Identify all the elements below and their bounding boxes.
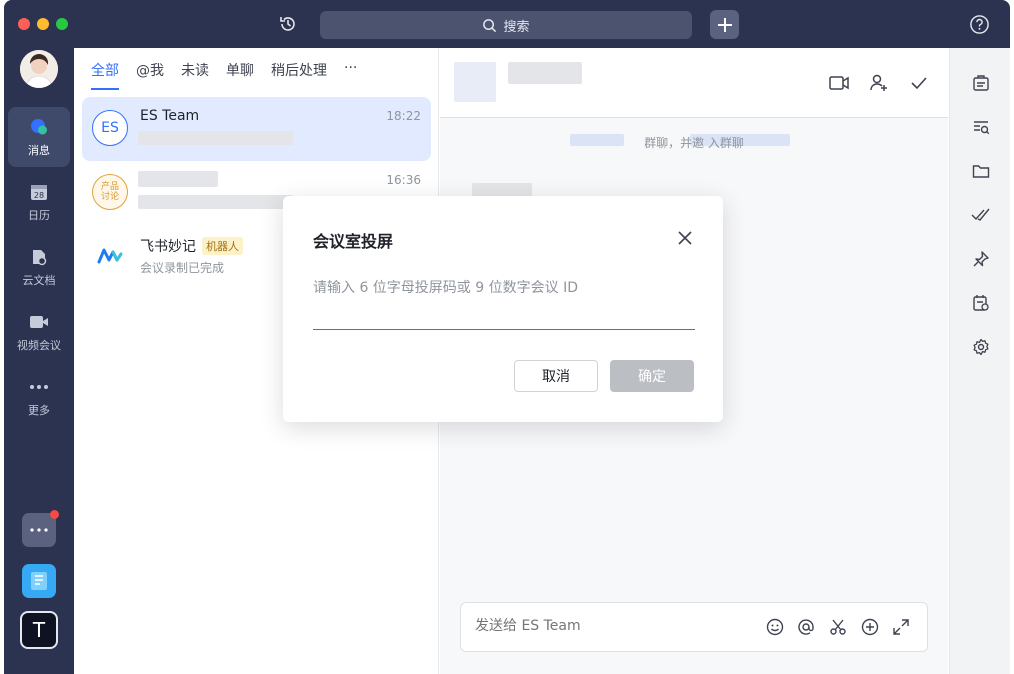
translate-app-icon[interactable]: [22, 564, 56, 598]
cloud-doc-icon: [29, 247, 49, 267]
tab-direct[interactable]: 单聊: [226, 60, 254, 90]
right-toolbar: [949, 48, 1010, 674]
video-call-icon[interactable]: [828, 72, 850, 94]
redacted-message: [472, 183, 532, 197]
redacted-chat-title: [508, 62, 582, 84]
double-check-icon[interactable]: [970, 204, 992, 226]
tab-all[interactable]: 全部: [91, 60, 119, 90]
nav-calendar-label: 日历: [28, 208, 50, 222]
screen-share-dialog: 会议室投屏 取消 确定: [283, 196, 723, 422]
plus-icon: [717, 17, 732, 32]
minutes-logo-icon: [92, 238, 128, 274]
redacted-name: [138, 171, 218, 187]
app-t-button[interactable]: T: [20, 611, 58, 649]
system-message: 群聊，并邀 入群聊: [644, 136, 744, 150]
chat-preview: 会议录制已完成: [140, 261, 225, 275]
add-circle-icon[interactable]: [860, 617, 880, 637]
settings-gear-icon[interactable]: [970, 336, 992, 358]
chat-name: ES Team: [140, 108, 200, 124]
message-composer[interactable]: [460, 602, 928, 652]
chat-filter-tabs: 全部 @我 未读 单聊 稍后处理 ···: [91, 60, 357, 90]
close-window-button[interactable]: [18, 18, 30, 30]
bot-badge: 机器人: [202, 237, 243, 255]
ellipsis-icon: [30, 528, 48, 532]
nav-messages[interactable]: 消息: [8, 107, 70, 167]
video-camera-icon: [29, 312, 49, 332]
chat-name-text: 飞书妙记: [140, 239, 196, 255]
chat-time: 16:36: [386, 173, 421, 187]
emoji-icon[interactable]: [765, 617, 785, 637]
nav-video-label: 视频会议: [17, 338, 61, 352]
chat-avatar: ES: [92, 110, 128, 146]
schedule-icon[interactable]: [970, 292, 992, 314]
check-icon[interactable]: [908, 72, 930, 94]
close-icon[interactable]: [675, 228, 695, 248]
pin-icon[interactable]: [970, 248, 992, 270]
more-dots-icon: [29, 377, 49, 397]
nav-calendar[interactable]: 28 日历: [8, 172, 70, 232]
share-code-input[interactable]: [313, 270, 695, 330]
chat-row-es-team[interactable]: ES ES Team 18:22: [82, 97, 431, 161]
calendar-icon: 28: [29, 182, 49, 202]
tab-later[interactable]: 稍后处理: [271, 60, 327, 90]
folder-icon[interactable]: [970, 160, 992, 182]
search-bar[interactable]: 搜索: [320, 11, 692, 39]
redacted-chat-avatar: [454, 62, 496, 102]
app-t-letter: T: [32, 618, 46, 642]
help-icon[interactable]: [968, 13, 990, 35]
chat-avatar-text: 产品讨论: [100, 182, 119, 202]
confirm-button[interactable]: 确定: [610, 360, 694, 392]
chat-time: 18:22: [386, 109, 421, 123]
search-label: 搜索: [503, 19, 530, 35]
tab-unread[interactable]: 未读: [181, 60, 209, 90]
redacted-preview: [138, 195, 293, 209]
message-input[interactable]: [475, 618, 755, 634]
tab-mentions[interactable]: @我: [136, 60, 164, 90]
redacted-preview: [138, 131, 293, 145]
zoom-window-button[interactable]: [56, 18, 68, 30]
chat-name: 飞书妙记 机器人: [140, 236, 243, 256]
chat-avatar: 产品讨论: [92, 174, 128, 210]
chat-bubble-icon: [29, 117, 49, 137]
notification-dot: [50, 510, 59, 519]
nav-video-meeting[interactable]: 视频会议: [8, 302, 70, 362]
nav-more[interactable]: 更多: [8, 367, 70, 427]
nav-docs-label: 云文档: [22, 273, 56, 287]
nav-more-label: 更多: [28, 403, 50, 417]
create-button[interactable]: [710, 10, 739, 39]
search-icon: [483, 18, 497, 32]
tab-more[interactable]: ···: [344, 60, 357, 90]
chat-avatar-text: ES: [101, 120, 119, 136]
app-more-button[interactable]: [22, 510, 59, 547]
dialog-title: 会议室投屏: [313, 232, 394, 251]
chat-header: [440, 48, 948, 118]
scissors-icon[interactable]: [828, 617, 848, 637]
nav-messages-label: 消息: [28, 143, 50, 157]
calendar-day: 28: [34, 191, 44, 200]
expand-icon[interactable]: [891, 617, 911, 637]
user-avatar[interactable]: [20, 50, 58, 88]
search-history-icon[interactable]: [970, 116, 992, 138]
mention-icon[interactable]: [796, 617, 816, 637]
announcement-icon[interactable]: [970, 72, 992, 94]
cancel-button[interactable]: 取消: [514, 360, 598, 392]
nav-docs[interactable]: 云文档: [8, 237, 70, 297]
history-icon[interactable]: [277, 13, 299, 35]
add-member-icon[interactable]: [868, 72, 890, 94]
minimize-window-button[interactable]: [37, 18, 49, 30]
